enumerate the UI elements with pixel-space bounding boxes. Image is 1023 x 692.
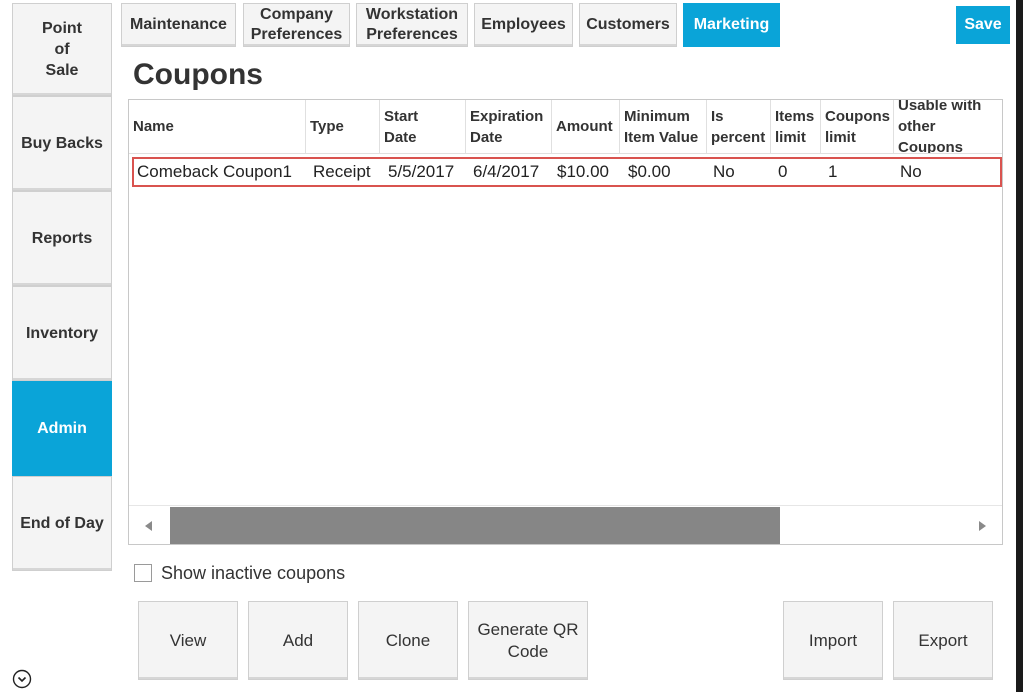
column-header-type[interactable]: Type (306, 100, 380, 154)
tab-customers[interactable]: Customers (579, 3, 677, 47)
nav-point-of-sale[interactable]: Point of Sale (12, 3, 112, 96)
column-header-coupons-limit[interactable]: Coupons limit (821, 100, 894, 154)
tab-maintenance[interactable]: Maintenance (121, 3, 236, 47)
save-button[interactable]: Save (956, 6, 1010, 44)
import-button[interactable]: Import (783, 601, 883, 680)
cell-coupons-limit: 1 (828, 162, 838, 181)
column-header-minimum-item-value[interactable]: Minimum Item Value (620, 100, 707, 154)
view-button[interactable]: View (138, 601, 238, 680)
cell-amount: $10.00 (557, 162, 609, 181)
show-inactive-checkbox[interactable] (134, 564, 152, 582)
tab-marketing[interactable]: Marketing (683, 3, 780, 47)
show-inactive-label[interactable]: Show inactive coupons (161, 563, 345, 584)
nav-end-of-day[interactable]: End of Day (12, 476, 112, 571)
cell-usable-with-other-coupons: No (900, 162, 922, 181)
column-header-usable-with-other-coupons[interactable]: Usable with other Coupons (894, 100, 1002, 154)
nav-admin[interactable]: Admin (12, 381, 112, 476)
export-button[interactable]: Export (893, 601, 993, 680)
cell-expiration-date: 6/4/2017 (473, 162, 540, 181)
tab-employees[interactable]: Employees (474, 3, 573, 47)
column-header-name[interactable]: Name (129, 100, 306, 154)
tab-company-preferences[interactable]: Company Preferences (243, 3, 350, 47)
cell-start-date: 5/5/2017 (388, 162, 455, 181)
cell-type: Receipt (313, 162, 371, 181)
cell-is-percent: No (713, 162, 735, 181)
chevron-down-circle-icon[interactable] (12, 669, 32, 689)
scroll-left-icon[interactable] (129, 506, 169, 544)
horizontal-scrollbar[interactable] (129, 505, 1002, 544)
generate-qr-code-button[interactable]: Generate QR Code (468, 601, 588, 680)
column-header-expiration-date[interactable]: Expiration Date (466, 100, 552, 154)
nav-buy-backs[interactable]: Buy Backs (12, 96, 112, 191)
table-row[interactable]: Comeback Coupon1 Receipt 5/5/2017 6/4/20… (132, 157, 1002, 187)
nav-reports[interactable]: Reports (12, 191, 112, 286)
scroll-right-icon[interactable] (962, 506, 1002, 544)
column-header-amount[interactable]: Amount (552, 100, 620, 154)
column-header-start-date[interactable]: Start Date (380, 100, 466, 154)
cell-name: Comeback Coupon1 (137, 162, 292, 181)
column-header-items-limit[interactable]: Items limit (771, 100, 821, 154)
tab-workstation-preferences[interactable]: Workstation Preferences (356, 3, 468, 47)
window-border (1016, 0, 1023, 692)
coupons-grid: Name Type Start Date Expiration Date Amo… (128, 99, 1003, 545)
cell-items-limit: 0 (778, 162, 788, 181)
clone-button[interactable]: Clone (358, 601, 458, 680)
scrollbar-thumb[interactable] (170, 507, 780, 544)
page-title: Coupons (133, 58, 263, 91)
add-button[interactable]: Add (248, 601, 348, 680)
nav-inventory[interactable]: Inventory (12, 286, 112, 381)
column-header-is-percent[interactable]: Is percent (707, 100, 771, 154)
cell-minimum-item-value: $0.00 (628, 162, 671, 181)
